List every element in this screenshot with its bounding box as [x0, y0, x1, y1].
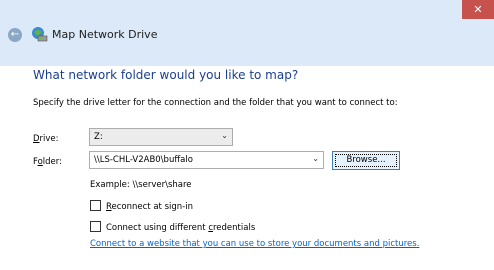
back-arrow-icon[interactable]: ←: [8, 28, 22, 42]
website-link[interactable]: Connect to a website that you can use to…: [90, 239, 419, 249]
instructions-text: Specify the drive letter for the connect…: [33, 98, 398, 108]
focus-rectangle: [335, 154, 397, 167]
different-credentials-checkbox[interactable]: Connect using different credentials: [90, 221, 255, 233]
folder-label: Folder:: [33, 157, 62, 167]
close-icon[interactable]: ✕: [462, 0, 494, 19]
folder-combobox[interactable]: \\LS-CHL-V2AB0\buffalo ⌄: [89, 151, 324, 169]
page-heading: What network folder would you like to ma…: [33, 68, 299, 82]
drive-select[interactable]: Z: ⌄: [89, 128, 233, 146]
chevron-down-icon[interactable]: ⌄: [312, 154, 319, 163]
example-text: Example: \\server\share: [90, 180, 192, 190]
drive-label: Drive:: [33, 134, 59, 144]
network-drive-icon: [32, 27, 48, 42]
browse-button[interactable]: Browse...: [332, 151, 400, 170]
checkbox-box[interactable]: [90, 221, 101, 232]
drive-select-value: Z:: [94, 132, 103, 142]
chevron-down-icon: ⌄: [221, 131, 228, 140]
checkbox-box[interactable]: [90, 200, 101, 211]
folder-input-value: \\LS-CHL-V2AB0\buffalo: [94, 155, 193, 165]
window-title: Map Network Drive: [52, 28, 158, 41]
reconnect-checkbox[interactable]: Reconnect at sign-in: [90, 200, 193, 212]
title-bar: ← Map Network Drive ✕: [0, 0, 494, 66]
dialog-content: What network folder would you like to ma…: [19, 66, 494, 270]
